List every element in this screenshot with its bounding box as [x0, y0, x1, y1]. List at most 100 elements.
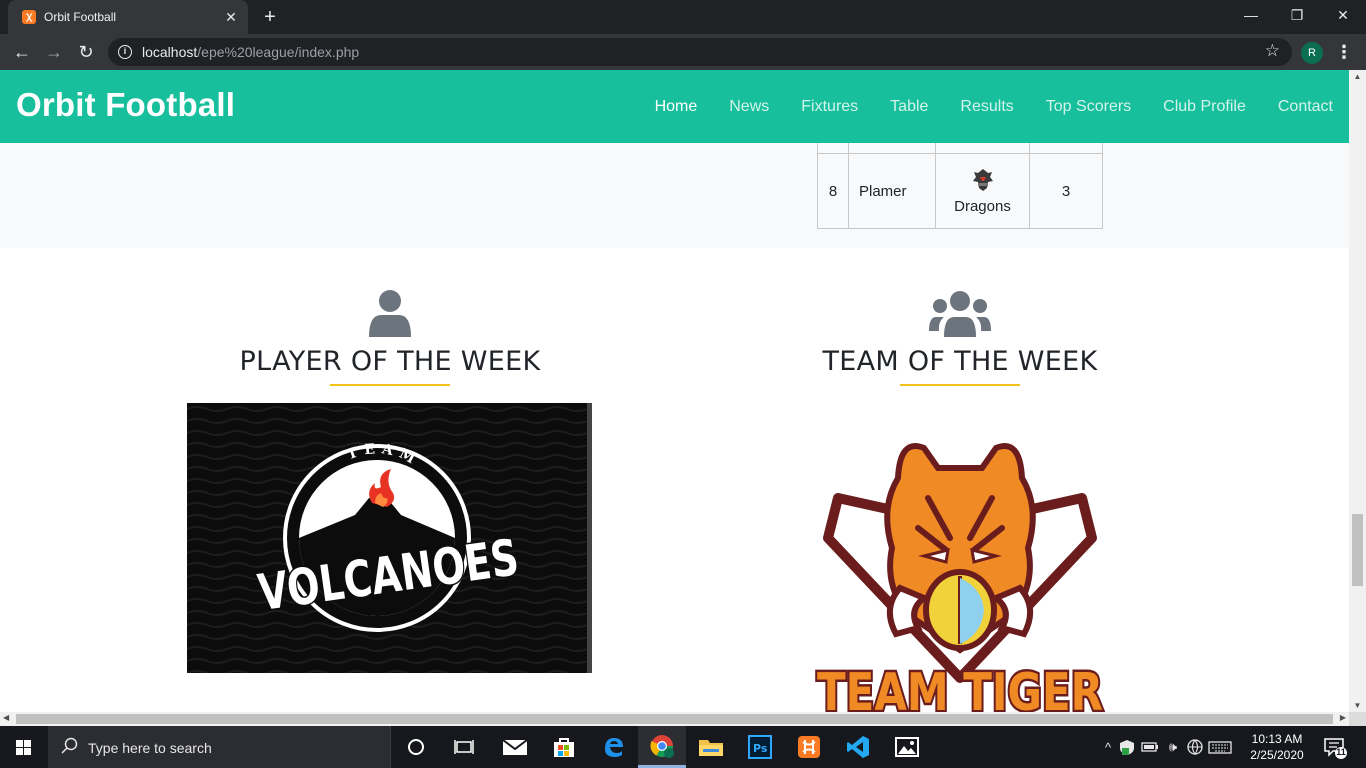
team-of-week-heading: TEAM OF THE WEEK [822, 346, 1098, 377]
scorer-club-cell: Dragons [935, 153, 1030, 229]
windows-logo-icon [16, 740, 31, 755]
scroll-down-arrow-icon[interactable]: ▼ [1349, 701, 1366, 710]
tab-title: Orbit Football [44, 10, 117, 24]
windows-taskbar: Type here to search Ps ^ 🕪 10:13 AM 2/25… [0, 726, 1366, 768]
nav-club-profile[interactable]: Club Profile [1163, 98, 1246, 116]
profile-avatar[interactable]: R [1301, 42, 1323, 64]
address-bar[interactable]: i localhost/epe%20league/index.php ☆ [108, 38, 1292, 66]
vscode-icon [847, 736, 869, 758]
top-scorers-section: 8 Plamer Dragons 3 [0, 133, 1349, 248]
horizontal-scroll-thumb[interactable] [16, 714, 1333, 724]
task-view-icon [454, 740, 474, 754]
svg-text:Ps: Ps [753, 742, 768, 755]
close-window-button[interactable]: ✕ [1320, 0, 1366, 30]
week-highlights-section: PLAYER OF THE WEEK TEAM VOLCANOES TEAM O… [0, 248, 1349, 712]
nav-home[interactable]: Home [655, 98, 698, 116]
player-of-week-heading: PLAYER OF THE WEEK [239, 346, 541, 377]
photos-icon [895, 737, 919, 757]
taskbar-xampp-app[interactable] [785, 726, 833, 768]
nav-contact[interactable]: Contact [1278, 98, 1333, 116]
store-bag-icon [554, 738, 574, 757]
cortana-button[interactable] [392, 726, 440, 768]
horizontal-scrollbar[interactable]: ◀ ▶ [0, 712, 1349, 726]
site-brand[interactable]: Orbit Football [16, 86, 235, 124]
taskbar-edge-app[interactable] [589, 726, 637, 768]
nav-table[interactable]: Table [890, 98, 928, 116]
vertical-scroll-thumb[interactable] [1352, 514, 1363, 586]
task-view-button[interactable] [440, 726, 488, 768]
site-nav-links: Home News Fixtures Table Results Top Sco… [655, 70, 1333, 143]
keyboard-icon[interactable] [1206, 738, 1234, 756]
url-text[interactable]: localhost/epe%20league/index.php [142, 44, 359, 60]
mail-icon [502, 739, 528, 755]
battery-icon[interactable] [1138, 738, 1162, 756]
start-button[interactable] [0, 726, 48, 768]
scorer-goals: 3 [1029, 153, 1103, 229]
browser-menu-icon[interactable]: ⋮ [1334, 40, 1354, 64]
back-arrow-icon[interactable]: ← [8, 38, 36, 66]
bookmark-star-icon[interactable]: ☆ [1265, 41, 1280, 61]
scroll-right-arrow-icon[interactable]: ▶ [1340, 713, 1346, 722]
xampp-favicon-icon: ꭓ [22, 10, 36, 24]
taskbar-clock[interactable]: 10:13 AM 2/25/2020 [1242, 731, 1312, 763]
defender-shield-icon[interactable] [1116, 738, 1138, 756]
scroll-up-arrow-icon[interactable]: ▲ [1349, 72, 1366, 81]
users-group-icon [929, 291, 991, 337]
scrollbar-corner [1349, 712, 1366, 726]
taskbar-photoshop-app[interactable]: Ps [736, 726, 784, 768]
search-placeholder: Type here to search [88, 740, 212, 756]
forward-arrow-icon[interactable]: → [40, 38, 68, 66]
player-of-week-image: TEAM VOLCANOES [187, 403, 592, 673]
chrome-icon [650, 734, 674, 758]
search-icon [61, 737, 78, 754]
volume-icon[interactable]: 🕪 [1162, 739, 1184, 755]
close-tab-icon[interactable]: ✕ [222, 8, 240, 26]
dragons-logo-icon [972, 168, 993, 191]
clock-time: 10:13 AM [1251, 732, 1303, 746]
table-row: 8 Plamer Dragons 3 [817, 153, 1103, 229]
system-tray: ^ 🕪 [1100, 726, 1234, 768]
browser-tab[interactable]: ꭓ Orbit Football ✕ [8, 0, 248, 34]
browser-tab-strip: ꭓ Orbit Football ✕ + — ❐ ✕ [0, 0, 1366, 34]
taskbar-vscode-app[interactable] [834, 726, 882, 768]
taskbar-chrome-app[interactable] [638, 726, 686, 768]
taskbar-store-app[interactable] [540, 726, 588, 768]
volcanoes-logo: TEAM VOLCANOES [187, 403, 592, 673]
xampp-icon [798, 736, 820, 758]
edge-icon [605, 738, 623, 757]
heading-underline [900, 384, 1020, 386]
vertical-scrollbar[interactable]: ▲ ▼ [1349, 70, 1366, 712]
notification-count: 11 [1336, 747, 1346, 757]
taskbar-photos-app[interactable] [883, 726, 931, 768]
scorer-position: 8 [817, 153, 849, 229]
team-of-week-image: TEAM TIGER [778, 438, 1142, 712]
photoshop-icon: Ps [748, 735, 772, 759]
scroll-left-arrow-icon[interactable]: ◀ [3, 713, 9, 722]
reload-icon[interactable]: ↻ [72, 38, 100, 66]
site-info-icon[interactable]: i [118, 45, 132, 59]
clock-date: 2/25/2020 [1250, 748, 1304, 762]
maximize-button[interactable]: ❐ [1274, 0, 1320, 30]
browser-toolbar: ← → ↻ i localhost/epe%20league/index.php… [0, 34, 1366, 70]
taskbar-file-explorer[interactable] [687, 726, 735, 768]
team-tiger-logo: TEAM TIGER [815, 443, 1106, 712]
action-center-button[interactable]: 11 [1322, 734, 1348, 760]
new-tab-button[interactable]: + [258, 5, 282, 29]
team-tiger-logo-text: TEAM TIGER [817, 663, 1103, 712]
folder-icon [699, 740, 723, 756]
minimize-button[interactable]: — [1228, 0, 1274, 30]
globe-network-icon[interactable] [1184, 738, 1206, 756]
taskbar-search-box[interactable]: Type here to search [48, 726, 391, 768]
page-viewport: Orbit Football Home News Fixtures Table … [0, 70, 1349, 712]
nav-top-scorers[interactable]: Top Scorers [1046, 98, 1131, 116]
nav-news[interactable]: News [729, 98, 769, 116]
site-navbar: Orbit Football Home News Fixtures Table … [0, 70, 1349, 143]
nav-results[interactable]: Results [960, 98, 1013, 116]
heading-underline [330, 384, 450, 386]
scorer-name: Plamer [848, 153, 936, 229]
taskbar-mail-app[interactable] [491, 726, 539, 768]
nav-fixtures[interactable]: Fixtures [801, 98, 858, 116]
cortana-circle-icon [408, 739, 424, 755]
tray-chevron-up-icon[interactable]: ^ [1100, 740, 1116, 755]
scorer-club-name: Dragons [954, 197, 1011, 215]
